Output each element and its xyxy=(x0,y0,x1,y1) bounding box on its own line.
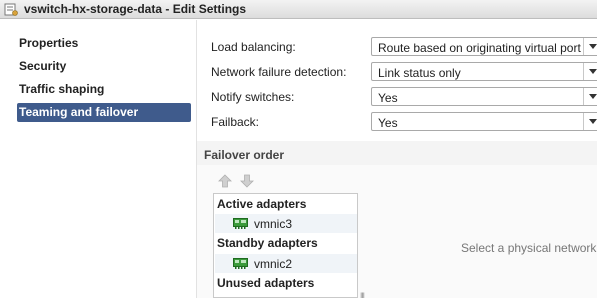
failback-select[interactable]: Yes xyxy=(371,112,597,131)
load-balancing-select[interactable]: Route based on originating virtual port xyxy=(371,37,597,56)
active-adapters-group: Active adapters xyxy=(215,195,357,213)
sidebar-item-properties[interactable]: Properties xyxy=(17,34,191,53)
failback-row: Failback: Yes xyxy=(211,112,597,132)
settings-sidebar: Properties Security Traffic shaping Team… xyxy=(0,20,197,298)
resize-handle[interactable]: ||| xyxy=(360,291,365,298)
standby-adapters-group: Standby adapters xyxy=(215,234,357,252)
settings-window-icon xyxy=(4,3,18,16)
network-failure-detection-label: Network failure detection: xyxy=(211,65,347,79)
chevron-down-icon[interactable] xyxy=(583,63,597,80)
notify-switches-label: Notify switches: xyxy=(211,90,295,104)
window-titlebar: vswitch-hx-storage-data - Edit Settings xyxy=(0,0,597,19)
settings-content: Load balancing: Route based on originati… xyxy=(197,20,597,298)
adapter-list: Active adapters vmnic3 Standby adapters xyxy=(213,193,358,298)
adapter-details-placeholder: Select a physical network ad xyxy=(461,241,597,255)
load-balancing-value: Route based on originating virtual port xyxy=(378,41,581,55)
failover-order-header: Failover order xyxy=(204,148,285,162)
notify-switches-row: Notify switches: Yes xyxy=(211,87,597,107)
failover-order-section: Failover order Active adapters vmnic3 St… xyxy=(197,141,597,298)
network-failure-detection-select[interactable]: Link status only xyxy=(371,62,597,81)
network-failure-detection-row: Network failure detection: Link status o… xyxy=(211,62,597,82)
adapter-item-vmnic2[interactable]: vmnic2 xyxy=(215,254,357,273)
adapter-name: vmnic2 xyxy=(254,257,293,271)
adapter-item-vmnic3[interactable]: vmnic3 xyxy=(215,214,357,233)
chevron-down-icon[interactable] xyxy=(583,38,597,55)
network-adapter-icon xyxy=(233,258,248,269)
sidebar-item-traffic-shaping[interactable]: Traffic shaping xyxy=(17,80,191,99)
load-balancing-row: Load balancing: Route based on originati… xyxy=(211,37,597,57)
notify-switches-select[interactable]: Yes xyxy=(371,87,597,106)
network-adapter-icon xyxy=(233,218,248,229)
failback-label: Failback: xyxy=(211,115,260,129)
notify-switches-value: Yes xyxy=(378,91,398,105)
chevron-down-icon[interactable] xyxy=(583,113,597,130)
arrow-up-icon[interactable] xyxy=(218,174,232,188)
arrow-down-icon[interactable] xyxy=(240,174,254,188)
load-balancing-label: Load balancing: xyxy=(211,40,296,54)
failback-value: Yes xyxy=(378,116,398,130)
sidebar-item-teaming-and-failover[interactable]: Teaming and failover xyxy=(17,103,191,122)
chevron-down-icon[interactable] xyxy=(583,88,597,105)
unused-adapters-group: Unused adapters xyxy=(215,274,357,292)
network-failure-detection-value: Link status only xyxy=(378,66,461,80)
sidebar-item-security[interactable]: Security xyxy=(17,57,191,76)
adapter-name: vmnic3 xyxy=(254,217,293,231)
window-title: vswitch-hx-storage-data - Edit Settings xyxy=(24,2,247,16)
